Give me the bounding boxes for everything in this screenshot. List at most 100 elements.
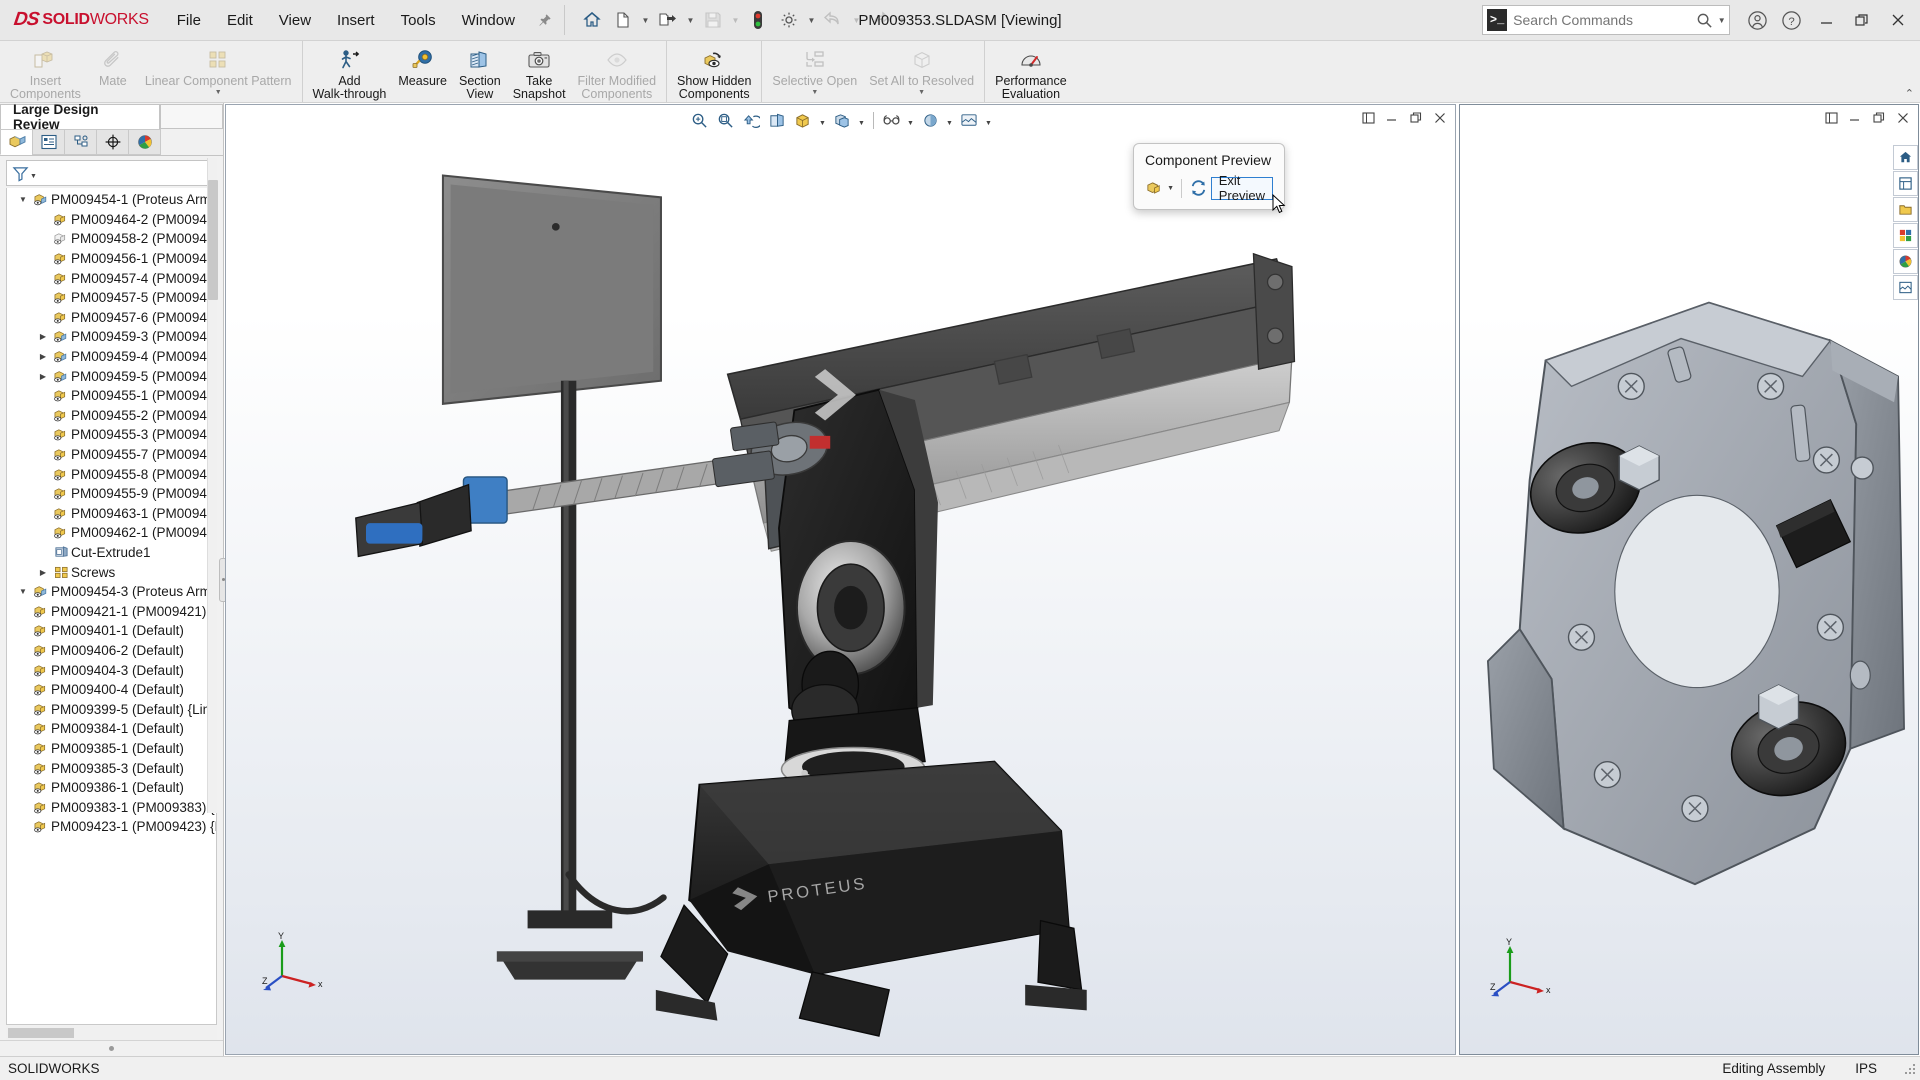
tree-expand-arrow-down[interactable]: ▼ (15, 587, 31, 596)
menu-file[interactable]: File (165, 6, 213, 35)
open-document-caret[interactable]: ▼ (684, 5, 697, 35)
tree-row[interactable]: PM009423-1 (PM009423) {E (7, 817, 216, 837)
open-document-button[interactable] (653, 5, 683, 35)
chevron-up-icon[interactable]: ⌃ (1905, 87, 1914, 100)
tree-horizontal-scrollbar[interactable] (6, 1026, 217, 1040)
measure-button[interactable]: Measure (392, 44, 453, 88)
redo-button[interactable] (864, 5, 894, 35)
rebuild-button[interactable] (743, 5, 773, 35)
tree-expand-arrow-right[interactable]: ▶ (35, 372, 51, 381)
tree-row[interactable]: PM009463-1 (PM009463 (7, 504, 216, 524)
tree-expand-arrow-down[interactable]: ▼ (15, 195, 31, 204)
performance-evaluation-button[interactable]: Performance Evaluation (989, 44, 1073, 101)
save-caret[interactable]: ▼ (729, 5, 742, 35)
search-icon[interactable] (1694, 12, 1714, 29)
options-caret[interactable]: ▼ (805, 5, 818, 35)
scene-icon[interactable] (957, 109, 982, 131)
insert-components-button[interactable]: Insert Components (4, 44, 87, 101)
tree-row[interactable]: PM009464-2 (PM009464 (7, 210, 216, 230)
tree-row[interactable]: Cut-Extrude1 (7, 543, 216, 563)
tree-vertical-scrollbar[interactable] (207, 158, 218, 813)
tree-row[interactable]: PM009455-1 (PM009455 (7, 386, 216, 406)
show-hidden-components-button[interactable]: Show Hidden Components (671, 44, 757, 101)
tree-row[interactable]: PM009455-7 (PM009455 (7, 445, 216, 465)
tree-row[interactable]: PM009404-3 (Default) (7, 660, 216, 680)
tree-row[interactable]: PM009421-1 (PM009421) { (7, 601, 216, 621)
tree-row[interactable]: ▼ PM009454-3 (Proteus Arm (7, 582, 216, 602)
assembly-3d-model[interactable]: PROTEUS (226, 105, 1455, 1054)
component-preview-popup[interactable]: Component Preview ▼ Exit Preview (1133, 143, 1285, 210)
component-preview-appearance-caret[interactable]: ▼ (1167, 176, 1174, 200)
window-close-button[interactable] (1880, 3, 1916, 37)
tree-row[interactable]: PM009401-1 (Default) (7, 621, 216, 641)
viewport-close-button[interactable] (1431, 109, 1449, 127)
tree-row[interactable]: ▶ PM009459-3 (PM009459 (7, 327, 216, 347)
redo-caret[interactable]: ▼ (895, 5, 908, 35)
tree-row[interactable]: PM009457-4 (PM009457 (7, 268, 216, 288)
display-manager-tab[interactable] (128, 129, 161, 155)
tab-large-design-review[interactable]: Large Design Review (0, 102, 160, 132)
tree-row[interactable]: PM009456-1 (PM009456 (7, 249, 216, 269)
hide-show-eyeglasses-icon[interactable] (879, 109, 904, 131)
property-manager-tab[interactable] (32, 129, 65, 155)
filter-caret-icon[interactable]: ▼ (30, 173, 37, 180)
menu-view[interactable]: View (267, 6, 323, 35)
view-orientation-cube-icon[interactable] (791, 109, 816, 131)
search-input[interactable] (1513, 12, 1695, 28)
scene-ball-icon[interactable] (1893, 249, 1918, 274)
preview-tile-button[interactable] (1822, 109, 1840, 127)
home-view-icon[interactable] (1893, 145, 1918, 170)
menu-edit[interactable]: Edit (215, 6, 265, 35)
tree-filter-bar[interactable]: ▼ (6, 160, 217, 186)
tree-row[interactable]: PM009400-4 (Default) (7, 680, 216, 700)
new-document-button[interactable] (608, 5, 638, 35)
mate-button[interactable]: Mate (87, 44, 139, 88)
preview-minimize-button[interactable] (1846, 109, 1864, 127)
tree-row[interactable]: ▶ PM009459-4 (PM009459 (7, 347, 216, 367)
zoom-area-icon[interactable] (713, 109, 738, 131)
linear-pattern-caret[interactable]: ▼ (215, 89, 222, 96)
tree-row[interactable]: PM009457-6 (PM009457 (7, 308, 216, 328)
display-style-caret[interactable]: ▼ (856, 109, 868, 131)
tree-row[interactable]: PM009458-2 (PM009458 (7, 229, 216, 249)
tree-row[interactable]: PM009386-1 (Default) (7, 778, 216, 798)
preview-3d-model[interactable] (1460, 105, 1918, 1054)
hide-show-caret[interactable]: ▼ (905, 109, 917, 131)
tree-hscroll-thumb[interactable] (8, 1028, 74, 1038)
configuration-manager-tab[interactable] (64, 129, 97, 155)
selective-open-button[interactable]: Selective Open ▼ (766, 44, 863, 96)
save-button[interactable] (698, 5, 728, 35)
search-dropdown-caret[interactable]: ▼ (1714, 16, 1729, 25)
set-resolved-caret[interactable]: ▼ (918, 89, 925, 96)
new-document-caret[interactable]: ▼ (639, 5, 652, 35)
tree-row[interactable]: PM009385-3 (Default) (7, 758, 216, 778)
tree-row[interactable]: PM009384-1 (Default) (7, 719, 216, 739)
preview-restore-button[interactable] (1870, 109, 1888, 127)
tree-row[interactable]: PM009383-1 (PM009383) {P (7, 797, 216, 817)
tree-row[interactable]: PM009385-1 (Default) (7, 739, 216, 759)
tree-row[interactable]: ▼ PM009454-1 (Proteus Arm (7, 190, 216, 210)
take-snapshot-button[interactable]: Take Snapshot (507, 44, 572, 101)
tree-row[interactable]: PM009455-3 (PM009455 (7, 425, 216, 445)
tree-expand-arrow-right[interactable]: ▶ (35, 568, 51, 577)
gear-icon[interactable] (774, 5, 804, 35)
selective-open-caret[interactable]: ▼ (811, 89, 818, 96)
linear-component-pattern-button[interactable]: Linear Component Pattern ▼ (139, 44, 298, 96)
home-button[interactable] (577, 5, 607, 35)
undo-caret[interactable]: ▼ (850, 5, 863, 35)
preview-close-button[interactable] (1894, 109, 1912, 127)
viewport-minimize-button[interactable] (1383, 109, 1401, 127)
tree-row[interactable]: PM009455-2 (PM009455 (7, 406, 216, 426)
component-preview-viewport[interactable]: Y x Z (1459, 104, 1919, 1055)
pushpin-icon[interactable] (537, 13, 552, 28)
feature-tree[interactable]: ▼ PM009454-1 (Proteus Arm PM009464-2 (PM0… (6, 188, 217, 1025)
search-commands-box[interactable]: >_ ▼ (1482, 5, 1730, 35)
tab-secondary[interactable] (159, 104, 223, 129)
exit-preview-button[interactable]: Exit Preview (1210, 173, 1273, 203)
tree-row[interactable]: ▶ PM009459-5 (PM009459 (7, 366, 216, 386)
appearance-sphere-icon[interactable] (918, 109, 943, 131)
menu-tools[interactable]: Tools (389, 6, 448, 35)
window-minimize-button[interactable] (1808, 3, 1844, 37)
menu-insert[interactable]: Insert (325, 6, 387, 35)
filter-modified-components-button[interactable]: Filter Modified Components (572, 44, 663, 101)
